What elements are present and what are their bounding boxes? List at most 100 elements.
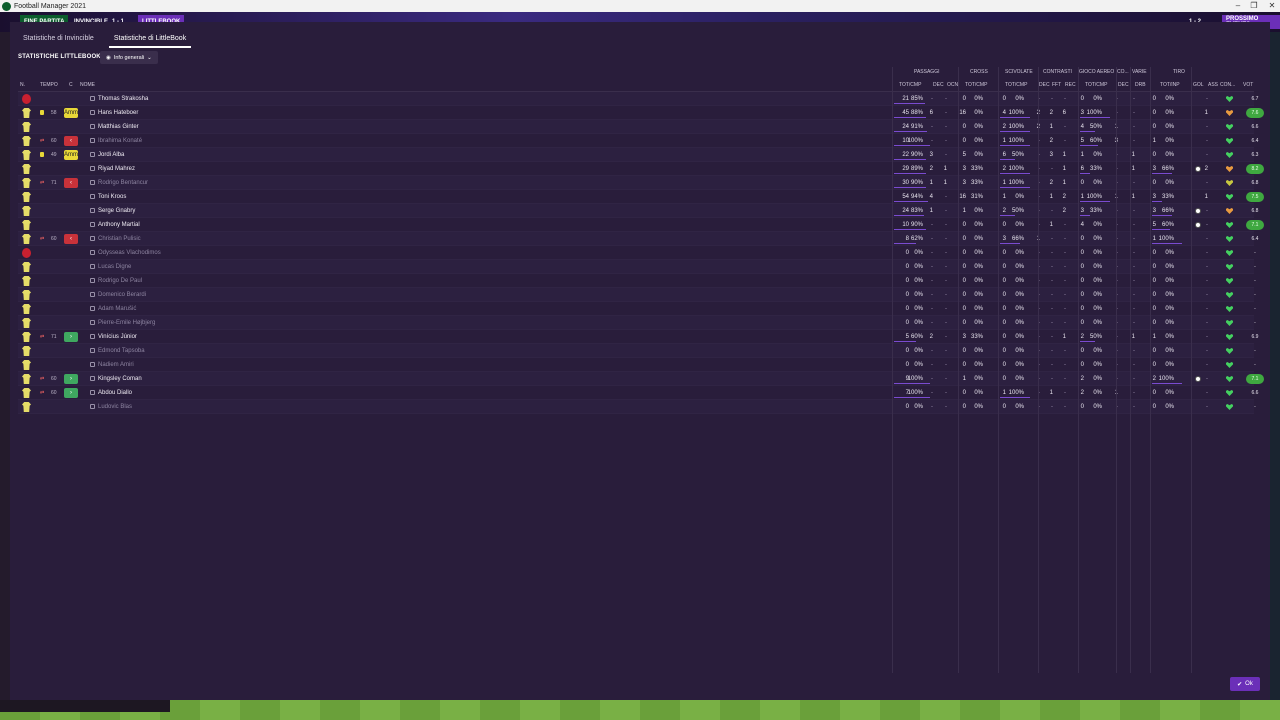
player-info-icon[interactable]	[90, 166, 95, 171]
table-row[interactable]: Edmond Tapsoba 0 0% - -0 0% 0 0% - - -0 0% - -0 0% - -	[18, 344, 1256, 358]
player-info-icon[interactable]	[90, 362, 95, 367]
player-info-icon[interactable]	[90, 138, 95, 143]
col-nome[interactable]: NOME	[80, 82, 95, 88]
table-row[interactable]: Ludovic Blas 0 0% - -0 0% 0 0% - - -0 0% - -0 0% - -	[18, 400, 1256, 414]
player-name[interactable]: Serge Gnabry	[98, 207, 135, 215]
player-name[interactable]: Adam Marušić	[98, 305, 136, 313]
ok-button[interactable]: ✔ Ok	[1230, 677, 1260, 691]
table-row[interactable]: ⇄60‹Christian Pulisic862%--00%366%1--00%…	[18, 232, 1258, 246]
table-row[interactable]: Odysseas Vlachodimos 0 0% - -0 0% 0 0% - - -0 0% - -0…	[18, 246, 1256, 260]
col-con[interactable]: CON...	[1220, 82, 1235, 88]
player-info-icon[interactable]	[90, 208, 95, 213]
col-cont-dec[interactable]: DEC	[1039, 82, 1050, 88]
player-info-icon[interactable]	[90, 264, 95, 269]
player-name[interactable]: Rodrigo Bentancur	[98, 179, 148, 187]
player-name[interactable]: Lucas Digne	[98, 263, 131, 271]
player-name[interactable]: Pierre-Emile Højbjerg	[98, 319, 155, 327]
player-info-icon[interactable]	[90, 222, 95, 227]
player-name[interactable]: Ludovic Blas	[98, 403, 132, 411]
col-cont-rec[interactable]: REC	[1065, 82, 1076, 88]
stat-ass: -	[1206, 292, 1208, 298]
player-name[interactable]: Kingsley Coman	[98, 375, 142, 383]
player-info-icon[interactable]	[90, 292, 95, 297]
col-tempo[interactable]: TEMPO	[40, 82, 58, 88]
table-row[interactable]: ⇄ 60 ‹ Ibrahima Konaté 10 100% - -0 0% 1 100% -2-5 6…	[18, 134, 1258, 148]
player-name[interactable]: Hans Hateboer	[98, 109, 138, 117]
player-info-icon[interactable]	[90, 110, 95, 115]
col-tiro-totinp[interactable]: TOT/INP	[1160, 82, 1180, 88]
table-row[interactable]: Rodrigo De Paul 0 0% - -0 0% 0 0% - - -0 0% - -0 0% - -	[18, 274, 1256, 288]
col-c[interactable]: C	[69, 82, 73, 88]
player-info-icon[interactable]	[90, 320, 95, 325]
table-row[interactable]: Nadiem Amiri 0 0% - -0 0% 0 0% - - -0 0% - -0 0% - -	[18, 358, 1256, 372]
player-name[interactable]: Vinícius Júnior	[98, 333, 137, 341]
table-row[interactable]: ⇄60›Abdou Diallo7100%--00%1100%-1-20%1-0…	[18, 386, 1258, 400]
player-name[interactable]: Ibrahima Konaté	[98, 137, 142, 145]
shirt-icon	[22, 150, 31, 160]
player-name[interactable]: Matthias Ginter	[98, 123, 139, 131]
table-row[interactable]: Matthias Ginter2491%--00%2100%21-450%1-0…	[18, 120, 1258, 134]
table-row[interactable]: 49 Amm. Jordi Alba 22 90% 3-5 0% 6 50% -3 1 1 0% -1 0 0…	[18, 148, 1258, 162]
maximize-button[interactable]: ❐	[1244, 0, 1264, 12]
col-n[interactable]: N.	[20, 82, 25, 88]
tab-littlebook-stats[interactable]: Statistiche di LittleBook	[108, 32, 192, 48]
table-row[interactable]: ⇄ 71 › Vinícius Júnior 5 60% 2-3 33% 0 0% - -1 2 50% -…	[18, 330, 1258, 344]
player-name[interactable]: Nadiem Amiri	[98, 361, 134, 369]
player-name[interactable]: Edmond Tapsoba	[98, 347, 145, 355]
player-name[interactable]: Rodrigo De Paul	[98, 277, 142, 285]
table-row[interactable]: Anthony Martial 10 90% - -0 0% 0 0% -1-4 0% - -5 60%…	[18, 218, 1264, 232]
player-info-icon[interactable]	[90, 390, 95, 395]
player-info-icon[interactable]	[90, 194, 95, 199]
player-info-icon[interactable]	[90, 278, 95, 283]
col-varie-drb[interactable]: DRB	[1135, 82, 1146, 88]
player-name[interactable]: Anthony Martial	[98, 221, 140, 229]
table-row[interactable]: Pierre-Emile Højbjerg 0 0% - -0 0% 0 0% - - -0 0% - -…	[18, 316, 1256, 330]
player-info-icon[interactable]	[90, 334, 95, 339]
col-vot[interactable]: VOT	[1243, 82, 1253, 88]
table-row[interactable]: Domenico Berardi 0 0% - -0 0% 0 0% - - -0 0% - -0 0% - -	[18, 288, 1256, 302]
col-pass-totcmp[interactable]: TOT/CMP	[899, 82, 921, 88]
col-cross-totcmp[interactable]: TOT/CMP	[965, 82, 987, 88]
player-info-icon[interactable]	[90, 96, 95, 101]
table-row[interactable]: Serge Gnabry 24 83% 1-1 0% 2 50% - -2 3 33% - -3 66% -…	[18, 204, 1258, 218]
player-name[interactable]: Riyad Mahrez	[98, 165, 135, 173]
col-air-totcmp[interactable]: TOT/CMP	[1085, 82, 1107, 88]
player-name[interactable]: Christian Pulisic	[98, 235, 141, 243]
player-info-icon[interactable]	[90, 404, 95, 409]
player-info-icon[interactable]	[90, 348, 95, 353]
player-info-icon[interactable]	[90, 152, 95, 157]
player-name[interactable]: Jordi Alba	[98, 151, 124, 159]
player-info-icon[interactable]	[90, 250, 95, 255]
table-row[interactable]: Adam Marušić 0 0% - -0 0% 0 0% - - -0 0% - -0 0% - -	[18, 302, 1256, 316]
player-info-icon[interactable]	[90, 124, 95, 129]
col-gol[interactable]: GOL	[1193, 82, 1204, 88]
table-row[interactable]: Thomas Strakosha 21 85% - -0 0% 0 0% - - -0 0% - -0 0%…	[18, 92, 1258, 106]
table-row[interactable]: ⇄ 60 › Kingsley Coman 9 100% - -1 0% 0 0% - - -2 0% - -2…	[18, 372, 1264, 386]
player-info-icon[interactable]	[90, 306, 95, 311]
stat-ass: -	[1206, 124, 1208, 130]
col-ass[interactable]: ASS	[1208, 82, 1218, 88]
col-pass-dec[interactable]: DEC	[933, 82, 944, 88]
col-pass-ocn[interactable]: OCN	[947, 82, 958, 88]
tackle-accuracy-bar	[1000, 145, 1030, 146]
condition-heart-icon	[1226, 166, 1233, 172]
player-name[interactable]: Toni Kroos	[98, 193, 126, 201]
col-co-dec[interactable]: DEC	[1118, 82, 1129, 88]
col-sciv-totcmp[interactable]: TOT/CMP	[1005, 82, 1027, 88]
player-info-icon[interactable]	[90, 180, 95, 185]
table-row[interactable]: Riyad Mahrez 29 89% 2 1 3 33% 2 100% - -1 6 33% -1 3 66…	[18, 162, 1264, 176]
player-name[interactable]: Domenico Berardi	[98, 291, 146, 299]
player-name[interactable]: Abdou Diallo	[98, 389, 132, 397]
player-info-icon[interactable]	[90, 236, 95, 241]
tab-invincible-stats[interactable]: Statistiche di Invincible	[18, 32, 99, 48]
col-cont-fft[interactable]: FFT	[1052, 82, 1061, 88]
table-row[interactable]: ⇄ 71 ‹ Rodrigo Bentancur 30 90% 1 1 3 33% 1 100% -2 1…	[18, 176, 1258, 190]
table-row[interactable]: Lucas Digne 0 0% - -0 0% 0 0% - - -0 0% - -0 0% - -	[18, 260, 1256, 274]
player-info-icon[interactable]	[90, 376, 95, 381]
player-name[interactable]: Odysseas Vlachodimos	[98, 249, 161, 257]
view-dropdown[interactable]: ◉ Info generali ⌄	[100, 51, 158, 64]
player-name[interactable]: Thomas Strakosha	[98, 95, 148, 103]
table-row[interactable]: Toni Kroos5494%4-1631%10%-121100%11333%1…	[18, 190, 1264, 204]
table-row[interactable]: 58Amm.Hans Hateboer4588%6-160%4100%22631…	[18, 106, 1264, 120]
close-button[interactable]: ✕	[1262, 0, 1280, 12]
